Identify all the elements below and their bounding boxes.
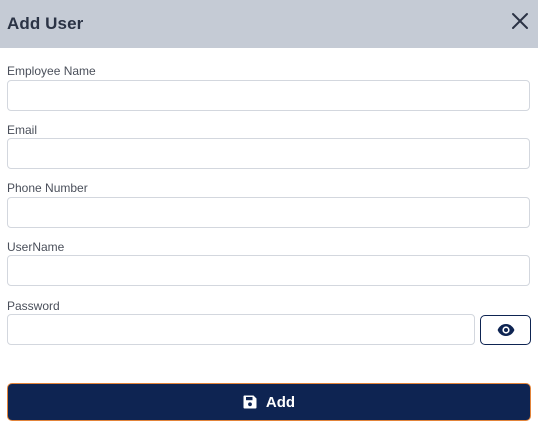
employee-name-input[interactable] xyxy=(7,80,530,111)
save-icon xyxy=(243,395,257,409)
username-label: UserName xyxy=(7,240,65,254)
add-button-label: Add xyxy=(265,393,296,411)
username-input[interactable] xyxy=(7,255,530,286)
password-input[interactable] xyxy=(7,314,475,345)
employee-name-label: Employee Name xyxy=(7,64,96,78)
eye-icon xyxy=(497,324,514,336)
toggle-password-button[interactable] xyxy=(480,315,531,345)
email-label: Email xyxy=(7,123,38,137)
phone-number-label: Phone Number xyxy=(7,181,88,195)
email-input[interactable] xyxy=(7,138,530,169)
add-user-dialog: Add User Employee Name Email Phone Numbe… xyxy=(0,0,538,428)
password-label: Password xyxy=(7,299,60,313)
close-button[interactable] xyxy=(509,10,531,32)
dialog-title: Add User xyxy=(7,14,84,33)
add-button[interactable]: Add xyxy=(7,383,531,421)
dialog-header: Add User xyxy=(0,0,538,48)
phone-number-input[interactable] xyxy=(7,197,530,228)
close-icon xyxy=(512,13,528,29)
